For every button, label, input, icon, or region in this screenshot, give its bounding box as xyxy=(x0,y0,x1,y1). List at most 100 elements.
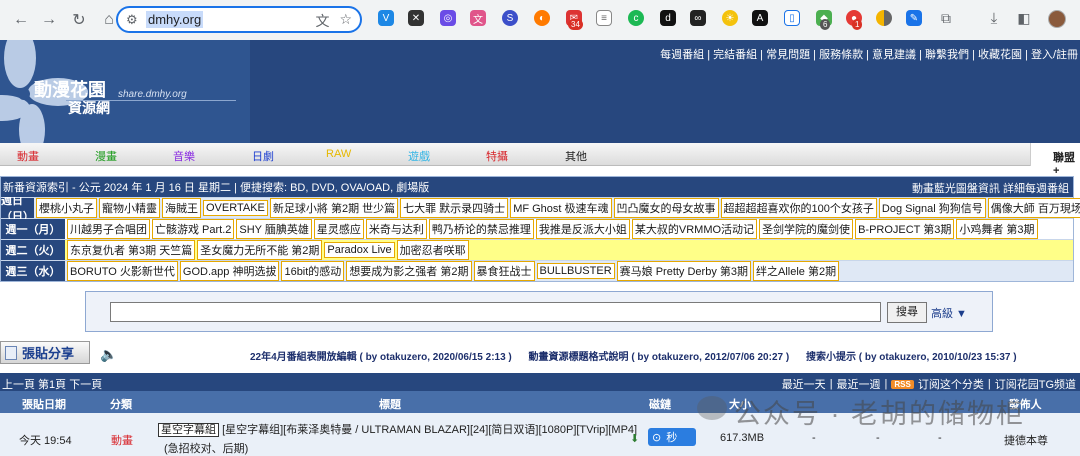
download-arrow-icon[interactable]: ⬇ xyxy=(630,432,639,445)
extension-half-icon[interactable] xyxy=(876,10,892,26)
extension-doc-icon[interactable]: ≡ xyxy=(596,10,612,26)
extension-phone-icon[interactable]: ▯ xyxy=(784,10,800,26)
rss-icon[interactable]: RSS xyxy=(891,379,914,389)
category-anime[interactable]: 動畫 xyxy=(17,148,39,164)
row-publisher[interactable]: 捷德本尊 xyxy=(1004,432,1048,448)
team-tag[interactable]: 星空字幕組 xyxy=(158,423,219,437)
schedule-anime-link[interactable]: 新足球小將 第2期 世少篇 xyxy=(269,198,399,218)
schedule-anime-link[interactable]: 凹凸魔女的母女故事 xyxy=(613,198,719,218)
schedule-anime-link[interactable]: 偶像大師 百万現场 xyxy=(987,198,1080,218)
schedule-anime-link[interactable]: 加密忍者咲耶 xyxy=(396,240,469,260)
union-tab[interactable]: 聯盟 + xyxy=(1030,143,1080,177)
extensions-puzzle-icon[interactable]: ⧉ xyxy=(938,10,954,26)
schedule-anime-link[interactable]: 绊之Allele 第2期 xyxy=(753,261,840,281)
schedule-anime-link[interactable]: 川越男子合唱团 xyxy=(67,219,150,239)
schedule-anime-link[interactable]: 寵物小精靈 xyxy=(99,198,160,218)
bookmark-star-icon[interactable]: ☆ xyxy=(339,11,352,31)
col-title[interactable]: 標題 xyxy=(155,396,625,412)
side-panel-icon[interactable]: ◧ xyxy=(1016,10,1032,26)
site-info-icon[interactable]: ⚙ xyxy=(126,12,146,28)
schedule-anime-link[interactable]: 亡骸游戏 Part.2 xyxy=(152,219,235,239)
schedule-anime-link[interactable]: 我推是反派大小姐 xyxy=(535,219,630,239)
schedule-anime-link[interactable]: BORUTO 火影新世代 xyxy=(67,261,178,281)
magnet-play-button[interactable]: ⊙ 秒 xyxy=(648,428,696,446)
category-manga[interactable]: 漫畫 xyxy=(95,148,117,164)
extension-translate-icon[interactable]: 文 xyxy=(470,10,486,26)
category-tokusatsu[interactable]: 特攝 xyxy=(486,148,508,164)
schedule-anime-link[interactable]: 鸭乃桥论的禁忌推理 xyxy=(428,219,534,239)
advanced-search-toggle[interactable]: 高級 ▼ xyxy=(931,305,967,321)
schedule-anime-link[interactable]: 圣剑学院的魔剑使 xyxy=(759,219,854,239)
extension-a-icon[interactable]: A xyxy=(752,10,768,26)
post-share-button[interactable]: 張貼分享 xyxy=(0,341,90,364)
row-title-note[interactable]: (急招校对、后期) xyxy=(164,440,248,456)
schedule-anime-link[interactable]: 某大叔的VRMMO活动记 xyxy=(631,219,758,239)
schedule-anime-link[interactable]: B-PROJECT 第3期 xyxy=(855,219,955,239)
schedule-anime-link[interactable]: OVERTAKE xyxy=(203,200,268,216)
address-bar[interactable]: ⚙ dmhy.org 文 ☆ xyxy=(116,6,362,33)
schedule-anime-link[interactable]: 海賊王 xyxy=(162,198,201,218)
schedule-anime-link[interactable]: 圣女魔力无所不能 第2期 xyxy=(197,240,323,260)
category-raw[interactable]: RAW xyxy=(326,148,351,160)
profile-avatar[interactable] xyxy=(1048,10,1066,28)
extension-glasses-icon[interactable]: ∞ xyxy=(690,10,706,26)
reload-icon[interactable]: ↻ xyxy=(66,7,92,33)
forward-icon[interactable]: → xyxy=(36,7,62,33)
col-category[interactable]: 分類 xyxy=(90,396,152,412)
category-games[interactable]: 遊戲 xyxy=(408,148,430,164)
extension-ring-icon[interactable]: ◎ xyxy=(440,10,456,26)
pagination-links[interactable]: 上一頁 第1頁 下一頁 xyxy=(2,376,102,392)
filter-last-day[interactable]: 最近一天 xyxy=(782,376,826,392)
extension-d-icon[interactable]: d xyxy=(660,10,676,26)
row-category[interactable]: 動畫 xyxy=(111,432,133,448)
schedule-anime-link[interactable]: 16bit的感动 xyxy=(281,261,345,281)
translate-icon[interactable]: 文 xyxy=(315,11,329,31)
schedule-anime-link[interactable]: 米奇与达利 xyxy=(365,219,427,239)
row-title[interactable]: [星空字幕组][布莱泽奥特曼 / ULTRAMAN BLAZAR][24][简日… xyxy=(222,424,637,436)
anime-schedule: 新番資源索引 - 公元 2024 年 1 月 16 日 星期二 | 便捷搜索: … xyxy=(0,176,1080,282)
extension-v-icon[interactable]: V xyxy=(378,10,394,26)
schedule-anime-link[interactable]: 超超超超喜欢你的100个女孩子 xyxy=(720,198,877,218)
schedule-anime-link[interactable]: 赛马娘 Pretty Derby 第3期 xyxy=(616,261,751,281)
schedule-anime-link[interactable]: 七大罪 默示录四骑士 xyxy=(400,198,509,218)
schedule-anime-link[interactable]: 暴食狂战士 xyxy=(473,261,535,281)
schedule-anime-link[interactable]: 星灵感应 xyxy=(313,219,364,239)
schedule-anime-link[interactable]: GOD.app 神明选拔 xyxy=(179,261,280,281)
extension-flame-icon[interactable]: ◐ xyxy=(534,10,550,26)
schedule-anime-link[interactable]: 东京复仇者 第3期 天竺篇 xyxy=(67,240,196,260)
site-logo[interactable]: 動漫花園 資源網 share.dmhy.org xyxy=(0,40,250,143)
schedule-anime-link[interactable]: BULLBUSTER xyxy=(536,263,615,279)
filter-last-week[interactable]: 最近一週 xyxy=(837,376,881,392)
subscribe-category-link[interactable]: 订阅这个分类 xyxy=(918,376,984,392)
schedule-anime-link[interactable]: Paradox Live xyxy=(324,242,395,258)
search-button[interactable]: 搜尋 xyxy=(887,302,927,323)
category-bar: 動畫 漫畫 音樂 日劇 RAW 遊戲 特攝 其他 聯盟 + xyxy=(0,143,1080,177)
schedule-anime-link[interactable]: 櫻桃小丸子 xyxy=(36,198,97,218)
schedule-anime-link[interactable]: 小鸡舞者 第3期 xyxy=(956,219,1038,239)
schedule-anime-link[interactable]: Dog Signal 狗狗信号 xyxy=(878,198,986,218)
search-input[interactable] xyxy=(110,302,881,322)
download-icon[interactable]: ⤓ xyxy=(986,10,1002,27)
schedule-anime-link[interactable]: MF Ghost 极速车魂 xyxy=(510,198,612,218)
notice-link[interactable]: 22年4月番組表開放編輯 ( by otakuzero, 2020/06/15 … xyxy=(250,352,512,363)
schedule-header-text[interactable]: 新番資源索引 - 公元 2024 年 1 月 16 日 星期二 | 便捷搜索: … xyxy=(3,179,429,195)
schedule-anime-link[interactable]: 想要成为影之强者 第2期 xyxy=(346,261,472,281)
category-other[interactable]: 其他 xyxy=(565,148,587,164)
url-text[interactable]: dmhy.org xyxy=(146,11,204,28)
extension-x-icon[interactable]: ✕ xyxy=(408,10,424,26)
extension-edit-icon[interactable]: ✎ xyxy=(906,10,922,26)
schedule-anime-link[interactable]: SHY 腼腆英雄 xyxy=(236,219,312,239)
schedule-header-links[interactable]: 動畫藍光圖盤資訊 詳細每週番組 xyxy=(912,180,1069,196)
notice-link[interactable]: 搜索小提示 ( by otakuzero, 2010/10/23 15:37 ) xyxy=(806,352,1017,363)
top-nav-links[interactable]: 每週番組 | 完結番組 | 常見問題 | 服務條款 | 意見建議 | 聯繫我們 … xyxy=(660,46,1078,62)
col-date[interactable]: 張貼日期 xyxy=(0,396,88,412)
category-drama[interactable]: 日劇 xyxy=(252,148,274,164)
row-downloading: - xyxy=(876,432,880,444)
extension-c-icon[interactable]: c xyxy=(628,10,644,26)
notice-link[interactable]: 動畫資源標題格式說明 ( by otakuzero, 2012/07/06 20… xyxy=(529,352,790,363)
back-icon[interactable]: ← xyxy=(8,7,34,33)
category-music[interactable]: 音樂 xyxy=(173,148,195,164)
subscribe-tg-link[interactable]: 订阅花园TG频道 xyxy=(995,376,1076,392)
extension-s-icon[interactable]: S xyxy=(502,10,518,26)
extension-sun-icon[interactable]: ☀ xyxy=(722,10,738,26)
